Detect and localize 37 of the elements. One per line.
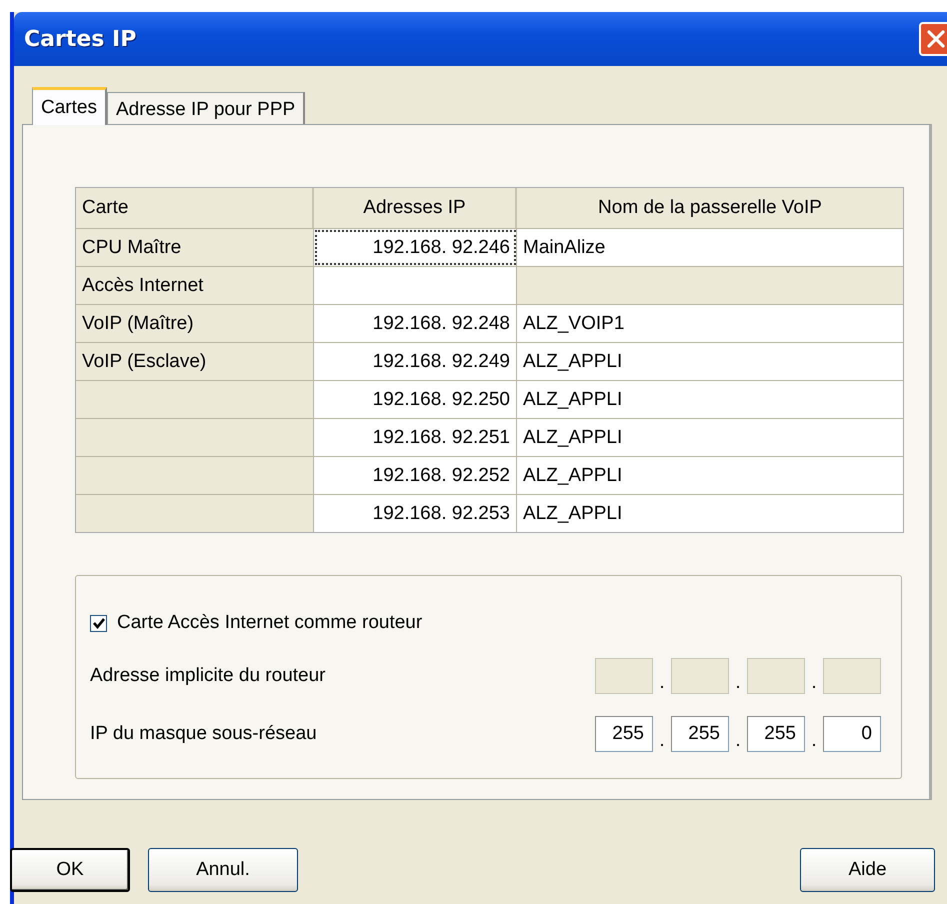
tab[interactable]: Adresse IP pour PPP — [106, 92, 306, 124]
gateway-cell[interactable]: ALZ_APPLI — [517, 495, 903, 532]
octet-field[interactable]: 255 — [671, 716, 729, 752]
octet-separator: . — [658, 730, 666, 752]
window-title: Cartes IP — [24, 26, 136, 52]
checkbox[interactable] — [90, 614, 107, 632]
ip-cell[interactable]: 192.168. 92.253 — [314, 495, 517, 532]
ip-cell[interactable] — [314, 267, 517, 304]
tab[interactable]: Cartes — [32, 87, 107, 125]
close-button[interactable] — [919, 22, 947, 56]
gateway-cell[interactable]: ALZ_VOIP1 — [517, 305, 903, 342]
ip-cell[interactable]: 192.168. 92.251 — [314, 419, 517, 456]
ip-cell[interactable]: 192.168. 92.250 — [314, 381, 517, 418]
gateway-cell[interactable]: MainAlize — [517, 229, 903, 266]
close-icon — [925, 28, 947, 50]
octet-separator: . — [658, 672, 666, 694]
field-label: Adresse implicite du routeur — [90, 665, 326, 687]
octet-field[interactable]: 255 — [747, 716, 805, 752]
octet-separator: . — [734, 672, 742, 694]
ip-cell[interactable]: 192.168. 92.248 — [314, 305, 517, 342]
octet-field[interactable]: 255 — [595, 716, 653, 752]
gateway-cell[interactable]: ALZ_APPLI — [517, 457, 903, 494]
octet-field[interactable]: 0 — [823, 716, 881, 752]
field-label: IP du masque sous-réseau — [90, 723, 317, 745]
gateway-cell[interactable]: ALZ_APPLI — [517, 343, 903, 380]
octet-separator: . — [810, 672, 818, 694]
ip-cell[interactable]: 192.168. 92.252 — [314, 457, 517, 494]
octet-separator: . — [734, 730, 742, 752]
dialog-button[interactable]: Annul. — [148, 848, 298, 892]
gateway-cell[interactable]: ALZ_APPLI — [517, 419, 903, 456]
ip-cell[interactable]: 192.168. 92.246 — [314, 229, 517, 266]
ip-cell[interactable]: 192.168. 92.249 — [314, 343, 517, 380]
octet-separator: . — [810, 730, 818, 752]
checkbox-label[interactable]: Carte Accès Internet comme routeur — [117, 612, 422, 634]
dialog-button[interactable]: OK — [10, 848, 130, 892]
dialog-button[interactable]: Aide — [800, 848, 935, 892]
gateway-cell[interactable]: ALZ_APPLI — [517, 381, 903, 418]
